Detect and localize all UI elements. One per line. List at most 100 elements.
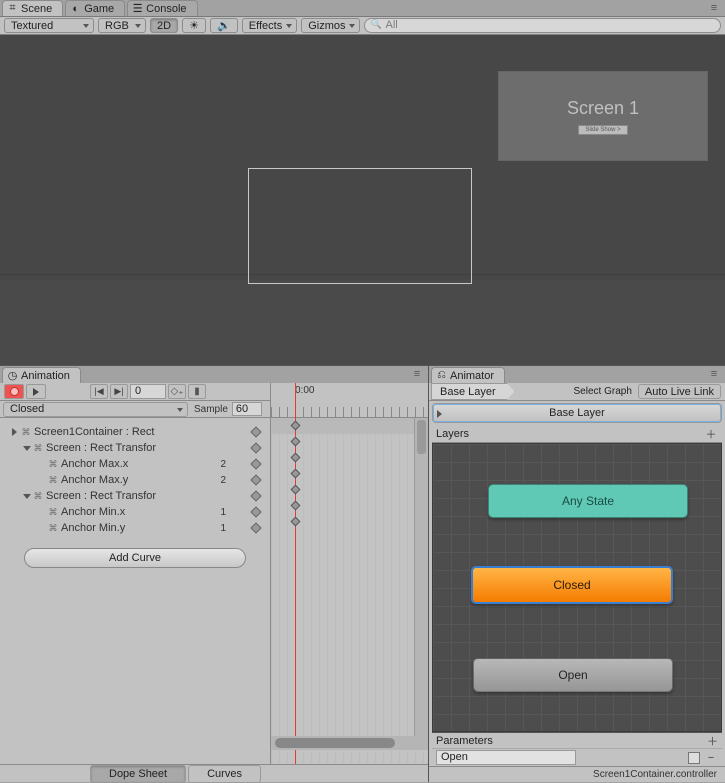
prop-anchor-min-y[interactable]: ⌘ Anchor Min.y 1 <box>4 520 266 536</box>
add-parameter-button[interactable]: ＋ <box>707 733 718 749</box>
lighting-toggle[interactable]: ☀ <box>182 18 206 33</box>
frame-field[interactable]: 0 <box>130 384 166 399</box>
add-key-button[interactable]: ◇₊ <box>168 384 186 399</box>
game-icon: ◐ <box>70 3 81 14</box>
tab-scene-label: Scene <box>21 3 52 15</box>
animator-icon: ⎌ <box>436 370 447 381</box>
play-button[interactable] <box>26 384 46 399</box>
audio-toggle[interactable]: 🔊 <box>210 18 238 33</box>
keyframe-icon <box>250 474 261 485</box>
property-tree: ⌘ Screen1Container : Rect ⌘ Screen : Rec… <box>0 418 270 764</box>
prop-anchor-max-y[interactable]: ⌘ Anchor Max.y 2 <box>4 472 266 488</box>
scene-screen1-panel: Screen 1 Slide Show > <box>498 71 708 161</box>
parameter-row: Open − <box>432 748 722 766</box>
parameter-bool-checkbox[interactable] <box>688 752 700 764</box>
keyframe-icon <box>250 442 261 453</box>
dopesheet-tab[interactable]: Dope Sheet <box>90 765 186 783</box>
tab-game-label: Game <box>84 3 114 15</box>
tab-scene[interactable]: ⌗ Scene <box>2 0 63 16</box>
property-icon: ⌘ <box>48 523 58 533</box>
scrollbar-vertical[interactable] <box>414 418 428 736</box>
fold-icon[interactable] <box>22 444 31 453</box>
add-curve-button[interactable]: Add Curve <box>24 548 246 568</box>
top-tab-bar: ⌗ Scene ◐ Game ☰ Console ≡ <box>0 0 725 17</box>
tab-game[interactable]: ◐ Game <box>65 0 125 16</box>
gizmos-dropdown[interactable]: Gizmos <box>301 18 360 33</box>
prop-screen1container[interactable]: ⌘ Screen1Container : Rect <box>4 424 266 440</box>
add-layer-button[interactable]: ＋ <box>704 426 718 442</box>
tab-console[interactable]: ☰ Console <box>127 0 197 16</box>
parameter-name-field[interactable]: Open <box>436 750 576 765</box>
prev-key-button[interactable]: |◀ <box>90 384 108 399</box>
layers-header: Layers ＋ <box>432 425 722 443</box>
base-layer-button[interactable]: Base Layer <box>432 403 722 423</box>
transform-icon: ⌘ <box>33 491 43 501</box>
remove-parameter-button[interactable]: − <box>704 752 718 764</box>
scrollbar-horizontal[interactable] <box>271 736 428 750</box>
animation-footer: Dope Sheet Curves <box>0 764 428 782</box>
parameters-label: Parameters <box>436 735 493 747</box>
select-graph-link[interactable]: Select Graph <box>568 386 638 397</box>
clip-row: Closed Sample 60 <box>0 401 270 418</box>
animation-options-icon[interactable]: ≡ <box>410 367 424 381</box>
fold-icon[interactable] <box>10 428 19 437</box>
state-machine-graph[interactable]: Any State Closed Open <box>432 443 722 732</box>
effects-dropdown[interactable]: Effects <box>242 18 297 33</box>
animation-toolbar: |◀ ▶| 0 ◇₊ ▮ <box>0 383 270 401</box>
fold-icon[interactable] <box>22 492 31 501</box>
screen1-button: Slide Show > <box>578 125 627 135</box>
tab-console-label: Console <box>146 3 186 15</box>
console-icon: ☰ <box>132 3 143 14</box>
speaker-icon: 🔊 <box>217 19 231 32</box>
prop-anchor-min-x[interactable]: ⌘ Anchor Min.x 1 <box>4 504 266 520</box>
next-key-button[interactable]: ▶| <box>110 384 128 399</box>
keyframe-icon <box>250 426 261 437</box>
keyframe-icon <box>250 490 261 501</box>
panel-options-icon[interactable]: ≡ <box>707 1 721 15</box>
animation-panel: ◷ Animation ≡ |◀ ▶| 0 ◇₊ ▮ <box>0 366 429 782</box>
keyframe-icon <box>250 458 261 469</box>
state-open[interactable]: Open <box>473 658 673 692</box>
dopesheet-timeline[interactable] <box>270 418 428 764</box>
scene-search-input[interactable]: All <box>364 18 721 33</box>
scene-viewport[interactable]: Screen 1 Slide Show > <box>0 35 725 365</box>
status-text: Screen1Container.controller <box>593 769 717 780</box>
curves-tab[interactable]: Curves <box>188 765 261 783</box>
status-bar: Screen1Container.controller <box>429 766 725 782</box>
ruler-time-label: 0:00 <box>295 385 314 396</box>
animator-options-icon[interactable]: ≡ <box>707 367 721 381</box>
tab-animator[interactable]: ⎌ Animator <box>431 367 505 383</box>
state-closed[interactable]: Closed <box>471 566 673 604</box>
sample-field[interactable]: 60 <box>232 402 262 416</box>
render-mode-dropdown[interactable]: Textured <box>4 18 94 33</box>
2d-toggle[interactable]: 2D <box>150 18 178 33</box>
prop-screen-min[interactable]: ⌘ Screen : Rect Transfor <box>4 488 266 504</box>
scene-icon: ⌗ <box>7 3 18 14</box>
state-any[interactable]: Any State <box>488 484 688 518</box>
property-icon: ⌘ <box>48 475 58 485</box>
clip-dropdown[interactable]: Closed <box>3 402 188 417</box>
prop-anchor-max-x[interactable]: ⌘ Anchor Max.x 2 <box>4 456 266 472</box>
auto-live-link-toggle[interactable]: Auto Live Link <box>638 384 721 399</box>
layers-label: Layers <box>436 428 469 440</box>
sample-label: Sample <box>194 404 228 415</box>
prop-screen-max[interactable]: ⌘ Screen : Rect Transfor <box>4 440 266 456</box>
animation-tab-bar: ◷ Animation ≡ <box>0 366 428 383</box>
parameters-header: Parameters ＋ <box>432 732 722 748</box>
transform-icon: ⌘ <box>33 443 43 453</box>
property-icon: ⌘ <box>48 459 58 469</box>
channel-dropdown[interactable]: RGB <box>98 18 146 33</box>
tab-animation[interactable]: ◷ Animation <box>2 367 81 383</box>
animator-toolbar: Base Layer Select Graph Auto Live Link <box>429 383 725 401</box>
screen1-title: Screen 1 <box>567 98 639 119</box>
animator-tab-bar: ⎌ Animator ≡ <box>429 366 725 383</box>
keyframe-icon <box>250 522 261 533</box>
clock-icon: ◷ <box>7 370 18 381</box>
record-button[interactable] <box>4 384 24 399</box>
add-event-button[interactable]: ▮ <box>188 384 206 399</box>
scene-toolbar: Textured RGB 2D ☀ 🔊 Effects Gizmos All <box>0 17 725 35</box>
scene-selection-rect <box>248 168 472 284</box>
property-icon: ⌘ <box>48 507 58 517</box>
keyframe-icon <box>250 506 261 517</box>
breadcrumb[interactable]: Base Layer <box>431 383 515 400</box>
